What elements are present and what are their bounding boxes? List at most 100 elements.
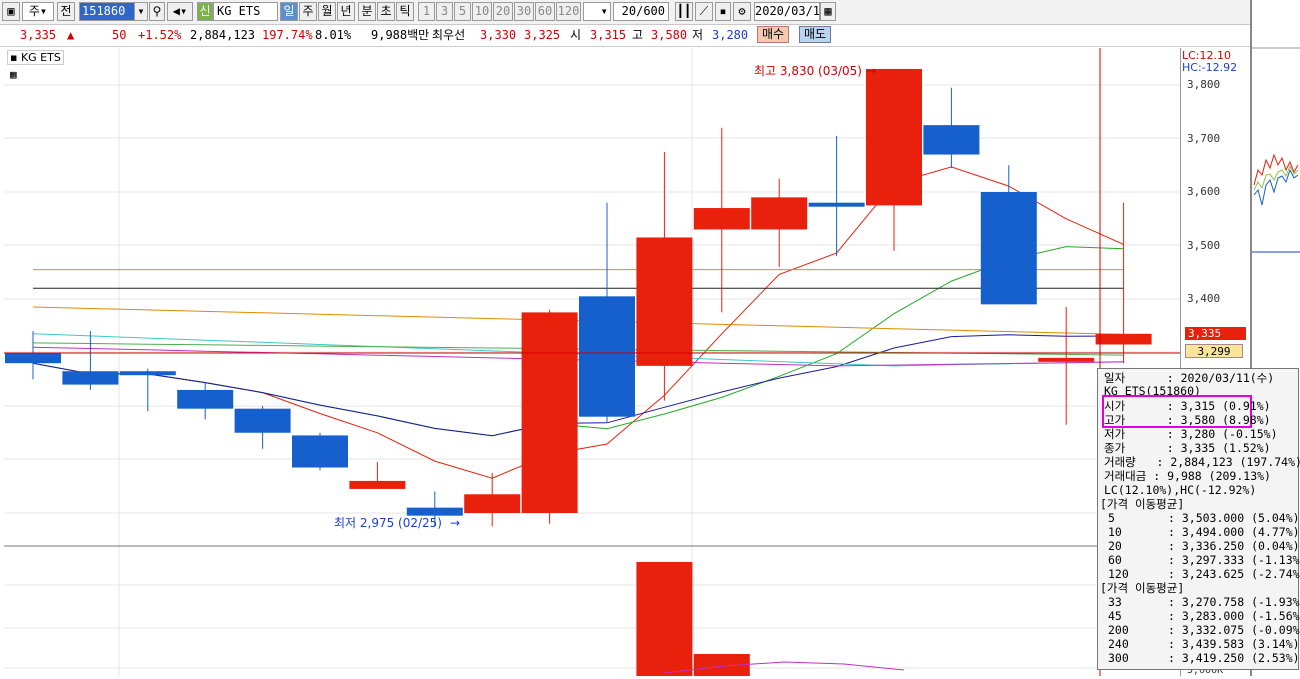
price-change-pct: +1.52% bbox=[138, 28, 182, 42]
tt-ma-period: 200 bbox=[1108, 623, 1129, 637]
candle-body bbox=[923, 125, 980, 155]
hc-label: HC:-12.92 bbox=[1182, 61, 1238, 74]
candle-body bbox=[980, 192, 1037, 305]
tt-ma-value: : 3,494.000 (4.77%) bbox=[1168, 525, 1300, 539]
tab-year[interactable]: 년 bbox=[337, 2, 355, 21]
best-ask: 3,330 bbox=[480, 28, 517, 42]
chevron-down-icon[interactable]: ▾ bbox=[134, 2, 148, 21]
candle-body bbox=[636, 237, 693, 366]
interval-60[interactable]: 60 bbox=[535, 2, 555, 21]
tt-ma-row: 10: 3,494.000 (4.77%) bbox=[1108, 525, 1300, 539]
candle-body bbox=[234, 408, 291, 433]
candle-body bbox=[579, 296, 635, 417]
tab-week[interactable]: 주 bbox=[299, 2, 317, 21]
custom-interval-select[interactable]: ▾ bbox=[583, 2, 611, 21]
candle-body bbox=[1095, 333, 1152, 345]
prev-button[interactable]: 전 bbox=[57, 2, 75, 21]
chart-title: ▪ KG ETS bbox=[7, 50, 64, 65]
volume-bar bbox=[636, 562, 693, 676]
tt-vol-value: : 2,884,123 (197.74%) bbox=[1156, 455, 1300, 469]
period-select[interactable]: 주▾ bbox=[22, 2, 54, 21]
quote-bar: 3,335 ▲ 50 +1.52% 2,884,123 197.74% 8.01… bbox=[0, 25, 1250, 47]
low-value: 3,280 bbox=[712, 28, 749, 42]
grid-toggle-icon[interactable]: ▦ bbox=[10, 68, 17, 81]
candle-body bbox=[751, 197, 808, 230]
open-value: 3,315 bbox=[590, 28, 627, 42]
y-tick-3600: 3,600 bbox=[1187, 185, 1221, 198]
tt-date-label: 일자 bbox=[1104, 371, 1126, 385]
candle-body bbox=[693, 208, 750, 230]
interval-20[interactable]: 20 bbox=[493, 2, 513, 21]
tab-month[interactable]: 월 bbox=[318, 2, 336, 21]
calendar-icon[interactable]: ▦ bbox=[820, 2, 836, 21]
save-icon[interactable]: ▪ bbox=[715, 2, 731, 21]
interval-10[interactable]: 10 bbox=[472, 2, 492, 21]
tt-ma-value: : 3,439.583 (3.14%) bbox=[1168, 637, 1300, 651]
tt-ma-period: 20 bbox=[1108, 539, 1122, 553]
high-annotation: 최고 3,830 (03/05) bbox=[754, 64, 862, 78]
window-icon[interactable]: ▣ bbox=[2, 2, 20, 21]
interval-1[interactable]: 1 bbox=[418, 2, 435, 21]
tt-high-label: 고가 bbox=[1104, 413, 1126, 427]
tt-close-label: 종가 bbox=[1104, 441, 1126, 455]
tt-ma-value: : 3,336.250 (0.04%) bbox=[1168, 539, 1300, 553]
tt-ma-value: : 3,283.000 (-1.56%) bbox=[1168, 609, 1300, 623]
best-quote-label: 최우선 bbox=[432, 28, 466, 42]
buy-button[interactable]: 매수 bbox=[757, 26, 790, 43]
candle-body bbox=[808, 202, 865, 207]
candle-body bbox=[1038, 357, 1095, 362]
speaker-icon[interactable]: ◀▾ bbox=[167, 2, 193, 21]
count-field[interactable]: 20/600 bbox=[613, 2, 669, 21]
tt-amt-value: : 9,988 (209.13%) bbox=[1153, 469, 1271, 483]
tab-day[interactable]: 일 bbox=[280, 2, 298, 21]
interval-3[interactable]: 3 bbox=[436, 2, 453, 21]
stock-code-input[interactable]: 151860 bbox=[79, 2, 135, 21]
candlestick-chart: 최고 3,830 (03/05) → 최저 2,975 (02/25) → bbox=[4, 48, 1180, 676]
y-tick-3800: 3,800 bbox=[1187, 78, 1221, 91]
tt-ma-row: 200: 3,332.075 (-0.09%) bbox=[1108, 623, 1300, 637]
interval-30[interactable]: 30 bbox=[514, 2, 534, 21]
volume: 2,884,123 bbox=[190, 28, 256, 42]
tab-minute[interactable]: 분 bbox=[358, 2, 376, 21]
candle-body bbox=[349, 480, 406, 489]
tt-ma-period: 240 bbox=[1108, 637, 1129, 651]
gear-icon[interactable]: ⚙ bbox=[733, 2, 751, 21]
tt-low-label: 저가 bbox=[1104, 427, 1126, 441]
current-price-tag: 3,335 bbox=[1185, 327, 1246, 340]
search-icon[interactable]: ⚲ bbox=[149, 2, 165, 21]
candle-body bbox=[119, 371, 176, 376]
tt-open-label: 시가 bbox=[1104, 399, 1126, 413]
candle-icon[interactable]: ┃┃ bbox=[675, 2, 693, 21]
tt-ma-row: 120 : 3,243.625 (-2.74%) bbox=[1108, 567, 1300, 581]
tt-ma-row: 5: 3,503.000 (5.04%) bbox=[1108, 511, 1300, 525]
tt-date-value: : 2020/03/11(수) bbox=[1166, 371, 1275, 385]
candle-body bbox=[177, 389, 234, 409]
tt-ma-period: 120 bbox=[1108, 567, 1129, 581]
candle-body bbox=[464, 494, 521, 513]
tt-ma-value: : 3,297.333 (-1.13%) bbox=[1168, 553, 1300, 567]
price-chart[interactable]: 최고 3,830 (03/05) → 최저 2,975 (02/25) → ▪ … bbox=[4, 48, 1180, 676]
date-field[interactable]: 2020/03/11 bbox=[754, 2, 820, 21]
interval-5[interactable]: 5 bbox=[454, 2, 471, 21]
tt-ma-value: : 3,270.758 (-1.93%) bbox=[1168, 595, 1300, 609]
tt-open-value: : 3,315 (0.91%) bbox=[1166, 399, 1271, 413]
tt-close-value: : 3,335 (1.52%) bbox=[1166, 441, 1271, 455]
turnover-pct: 8.01% bbox=[315, 28, 352, 42]
sell-button[interactable]: 매도 bbox=[799, 26, 832, 43]
draw-line-icon[interactable]: ⟋ bbox=[695, 2, 713, 21]
tt-ma-row: 33: 3,270.758 (-1.93%) bbox=[1108, 595, 1300, 609]
tt-ma-period: 45 bbox=[1108, 609, 1122, 623]
y-tick-3700: 3,700 bbox=[1187, 132, 1221, 145]
tt-vol-label: 거래량 bbox=[1104, 455, 1136, 469]
tt-ma-period: 5 bbox=[1108, 511, 1115, 525]
stock-name-field[interactable]: KG ETS bbox=[213, 2, 278, 21]
tab-second[interactable]: 초 bbox=[377, 2, 395, 21]
tt-ma-row: 20 : 3,336.250 (0.04%) bbox=[1108, 539, 1300, 553]
y-tick-3500: 3,500 bbox=[1187, 239, 1221, 252]
low-arrow-icon: → bbox=[450, 516, 460, 530]
tt-ma-value: : 3,243.625 (-2.74%) bbox=[1168, 567, 1300, 581]
data-tooltip: 일자 : 2020/03/11(수) KG ETS(151860) 시가 : 3… bbox=[1097, 368, 1300, 670]
tab-tick[interactable]: 틱 bbox=[396, 2, 414, 21]
tt-lchc: LC(12.10%),HC(-12.92%) bbox=[1104, 483, 1257, 497]
interval-120[interactable]: 120 bbox=[556, 2, 581, 21]
